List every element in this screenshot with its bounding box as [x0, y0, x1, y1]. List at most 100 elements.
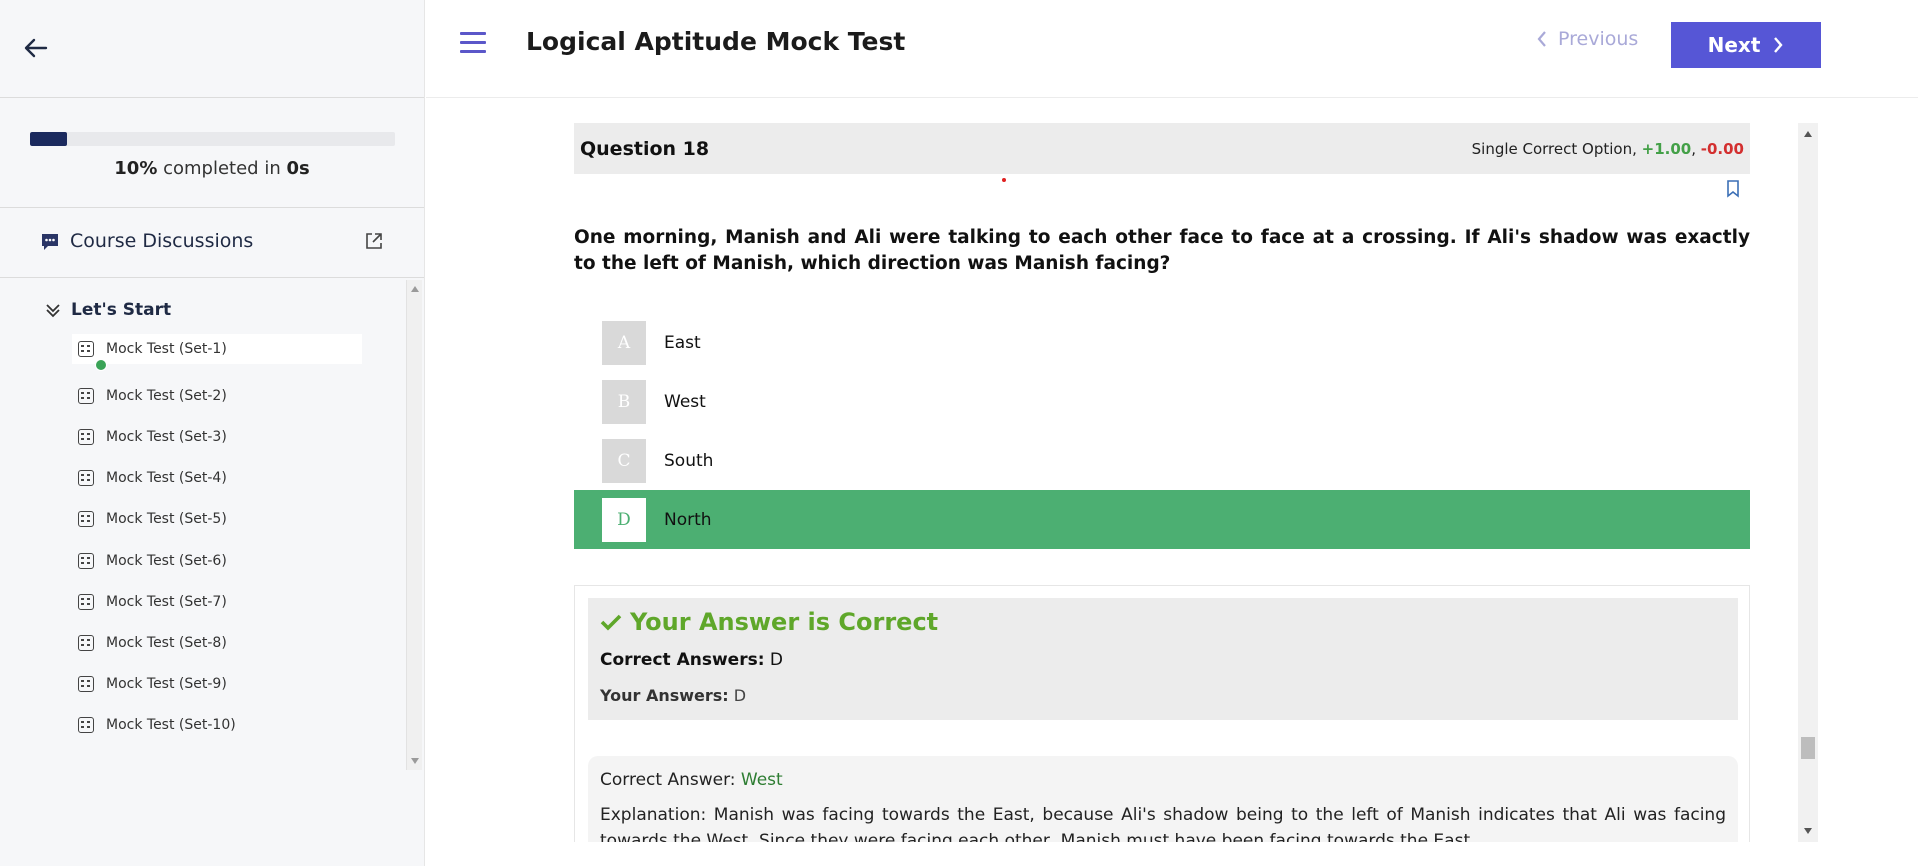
- test-icon: [78, 341, 107, 371]
- test-icon: [78, 387, 94, 404]
- marker-dot: [1002, 178, 1006, 182]
- question-text: One morning, Manish and Ali were talking…: [574, 227, 1750, 274]
- lesson-item[interactable]: Mock Test (Set-4): [72, 458, 362, 499]
- lesson-label: Mock Test (Set-6): [106, 552, 227, 569]
- question-type: Single Correct Option,: [1471, 139, 1642, 158]
- option-text: South: [664, 450, 714, 471]
- lesson-label: Mock Test (Set-8): [106, 634, 227, 651]
- test-icon: [78, 552, 94, 569]
- lesson-item[interactable]: Mock Test (Set-7): [72, 581, 362, 622]
- double-chevron-down-icon: [46, 304, 60, 318]
- question-panel: Question 18 Single Correct Option, +1.00…: [574, 123, 1750, 842]
- option-text: West: [664, 391, 706, 412]
- question-header: Question 18 Single Correct Option, +1.00…: [574, 123, 1750, 174]
- question-marking: Single Correct Option, +1.00, -0.00: [1472, 140, 1744, 158]
- arrow-left-icon[interactable]: [20, 32, 52, 64]
- lesson-item[interactable]: Mock Test (Set-6): [72, 540, 362, 581]
- option-a[interactable]: A East: [574, 313, 1750, 372]
- explanation-text: Explanation: Manish was facing towards t…: [600, 805, 1726, 842]
- progress-bar-fill: [30, 132, 67, 146]
- lesson-item[interactable]: Mock Test (Set-1): [72, 334, 362, 371]
- progress-time: 0s: [286, 158, 310, 179]
- correct-answers-label: Correct Answers:: [600, 650, 765, 670]
- course-progress: 10% completed in 0s: [0, 98, 424, 208]
- option-letter: C: [602, 438, 646, 483]
- bookmark-icon[interactable]: [1726, 180, 1740, 198]
- progress-mid-text: completed in: [157, 158, 287, 179]
- lesson-item[interactable]: Mock Test (Set-5): [72, 499, 362, 540]
- course-tree: Let's Start Mock Test (Set-1) Mock Test (…: [0, 278, 424, 770]
- option-text: East: [664, 332, 701, 353]
- question-scrollbar[interactable]: [1798, 123, 1818, 842]
- explanation-box: Correct Answer: West Explanation: Manish…: [588, 756, 1738, 842]
- scroll-up-icon[interactable]: [1804, 131, 1812, 137]
- sidebar-scrollbar[interactable]: [406, 280, 422, 770]
- lesson-label: Mock Test (Set-1): [106, 341, 227, 357]
- lesson-label: Mock Test (Set-7): [106, 593, 227, 610]
- negative-marks: -0.00: [1700, 139, 1744, 158]
- explanation-correct-label: Correct Answer:: [600, 770, 741, 790]
- scrollbar-thumb[interactable]: [1801, 737, 1815, 759]
- lesson-label: Mock Test (Set-3): [106, 428, 227, 445]
- your-answers-label: Your Answers:: [600, 686, 729, 705]
- next-label: Next: [1707, 33, 1761, 57]
- completed-check-icon: [95, 359, 107, 371]
- positive-marks: +1.00: [1641, 139, 1692, 158]
- explanation-correct-answer: Correct Answer: West: [600, 770, 1726, 790]
- lesson-label: Mock Test (Set-4): [106, 470, 227, 487]
- previous-button[interactable]: Previous: [1536, 28, 1638, 50]
- lesson-item[interactable]: Mock Test (Set-3): [72, 416, 362, 457]
- sidebar-top: [0, 0, 424, 98]
- sidebar: 10% completed in 0s Course Discussions L…: [0, 0, 425, 866]
- option-b[interactable]: B West: [574, 372, 1750, 431]
- progress-label: 10% completed in 0s: [0, 158, 424, 179]
- result-title-text: Your Answer is Correct: [630, 608, 939, 636]
- option-letter: A: [602, 320, 646, 365]
- lesson-label: Mock Test (Set-9): [106, 676, 227, 693]
- course-discussions-label: Course Discussions: [70, 230, 254, 252]
- next-button[interactable]: Next: [1671, 22, 1821, 68]
- question-number: Question 18: [580, 137, 710, 160]
- section-lets-start[interactable]: Let's Start: [45, 300, 171, 320]
- correct-answers-value: D: [769, 650, 783, 670]
- previous-label: Previous: [1558, 28, 1639, 50]
- options-list: A East B West C South D North: [574, 313, 1750, 549]
- result-title: Your Answer is Correct: [600, 608, 938, 636]
- scroll-up-icon[interactable]: [411, 286, 419, 292]
- test-icon: [78, 676, 94, 693]
- scroll-down-icon[interactable]: [411, 758, 419, 764]
- lesson-list: Mock Test (Set-1) Mock Test (Set-2) Mock T…: [72, 334, 362, 746]
- correct-answers-line: Correct Answers: D: [600, 650, 783, 670]
- lesson-item[interactable]: Mock Test (Set-9): [72, 664, 362, 705]
- lesson-label: Mock Test (Set-10): [106, 717, 236, 734]
- test-icon: [78, 511, 94, 528]
- course-discussions[interactable]: Course Discussions: [0, 208, 424, 278]
- chat-icon: [42, 234, 58, 250]
- your-answers-line: Your Answers: D: [600, 686, 746, 705]
- test-icon: [78, 593, 94, 610]
- option-letter: B: [602, 379, 646, 424]
- lesson-label: Mock Test (Set-2): [106, 387, 227, 404]
- test-icon: [78, 428, 94, 445]
- option-d[interactable]: D North: [574, 490, 1750, 549]
- section-label: Let's Start: [71, 300, 172, 320]
- progress-percent: 10%: [114, 158, 158, 179]
- test-icon: [78, 717, 94, 734]
- answer-section: Your Answer is Correct Correct Answers: …: [574, 585, 1750, 842]
- top-bar: Logical Aptitude Mock Test Previous Next: [426, 0, 1918, 98]
- scroll-down-icon[interactable]: [1804, 828, 1812, 834]
- menu-icon[interactable]: [460, 32, 486, 54]
- chevron-left-icon: [1537, 31, 1546, 47]
- lesson-item[interactable]: Mock Test (Set-10): [72, 705, 362, 746]
- answer-summary: Your Answer is Correct Correct Answers: …: [588, 598, 1738, 720]
- progress-bar: [30, 132, 395, 146]
- page-title: Logical Aptitude Mock Test: [526, 27, 906, 56]
- lesson-item[interactable]: Mock Test (Set-2): [72, 375, 362, 416]
- lesson-label: Mock Test (Set-5): [106, 511, 227, 528]
- option-letter: D: [602, 497, 646, 542]
- external-link-icon[interactable]: [364, 231, 384, 251]
- option-text: North: [664, 509, 712, 530]
- option-c[interactable]: C South: [574, 431, 1750, 490]
- test-icon: [78, 470, 94, 487]
- lesson-item[interactable]: Mock Test (Set-8): [72, 622, 362, 663]
